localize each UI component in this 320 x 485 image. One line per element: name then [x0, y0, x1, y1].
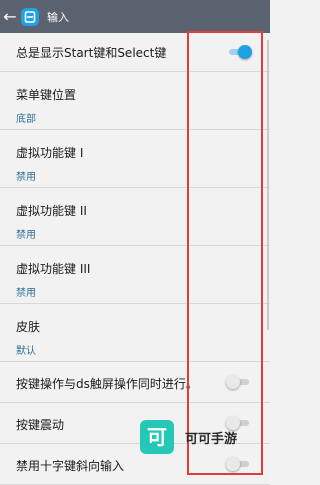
back-arrow-icon[interactable]: ←	[2, 0, 18, 33]
settings-list: 总是显示Start键和Select键 菜单键位置 底部 虚拟功能键 I 禁用 虚…	[0, 33, 270, 485]
app-bar: ← 输入	[0, 0, 270, 33]
toggle-switch-on[interactable]	[226, 45, 252, 59]
toggle-switch-off[interactable]	[226, 457, 252, 471]
toggle-knob	[226, 457, 240, 471]
setting-label: 虚拟功能键 III	[16, 262, 91, 276]
setting-disable-diagonal[interactable]: 禁用十字键斜向输入	[0, 444, 270, 485]
setting-menu-key-position[interactable]: 菜单键位置 底部	[0, 72, 270, 130]
scrollbar[interactable]	[267, 40, 269, 330]
setting-label: 虚拟功能键 II	[16, 204, 87, 218]
setting-value: 禁用	[16, 230, 36, 241]
watermark-logo-icon: 可	[140, 420, 174, 454]
toggle-knob	[238, 45, 252, 59]
setting-label: 总是显示Start键和Select键	[16, 46, 167, 60]
setting-label: 禁用十字键斜向输入	[16, 459, 125, 473]
watermark-text: 可可手游	[185, 432, 238, 447]
svg-text:可: 可	[147, 425, 167, 449]
setting-simultaneous-input[interactable]: 按键操作与ds触屏操作同时进行。	[0, 362, 270, 403]
setting-value: 默认	[16, 346, 36, 357]
setting-value: 禁用	[16, 172, 36, 183]
setting-show-start-select[interactable]: 总是显示Start键和Select键	[0, 33, 270, 72]
setting-label: 菜单键位置	[16, 88, 77, 102]
setting-label: 虚拟功能键 I	[16, 146, 84, 160]
app-logo-icon	[21, 7, 39, 26]
toggle-switch-off[interactable]	[226, 375, 252, 389]
setting-virtual-key-1[interactable]: 虚拟功能键 I 禁用	[0, 130, 270, 188]
setting-virtual-key-3[interactable]: 虚拟功能键 III 禁用	[0, 246, 270, 304]
toggle-knob	[226, 375, 240, 389]
setting-value: 禁用	[16, 288, 36, 299]
setting-value: 底部	[16, 114, 36, 125]
setting-label: 按键震动	[16, 418, 65, 432]
setting-virtual-key-2[interactable]: 虚拟功能键 II 禁用	[0, 188, 270, 246]
page-title: 输入	[47, 10, 69, 24]
setting-label: 按键操作与ds触屏操作同时进行。	[16, 377, 198, 391]
setting-label: 皮肤	[16, 320, 41, 334]
setting-skin[interactable]: 皮肤 默认	[0, 304, 270, 362]
